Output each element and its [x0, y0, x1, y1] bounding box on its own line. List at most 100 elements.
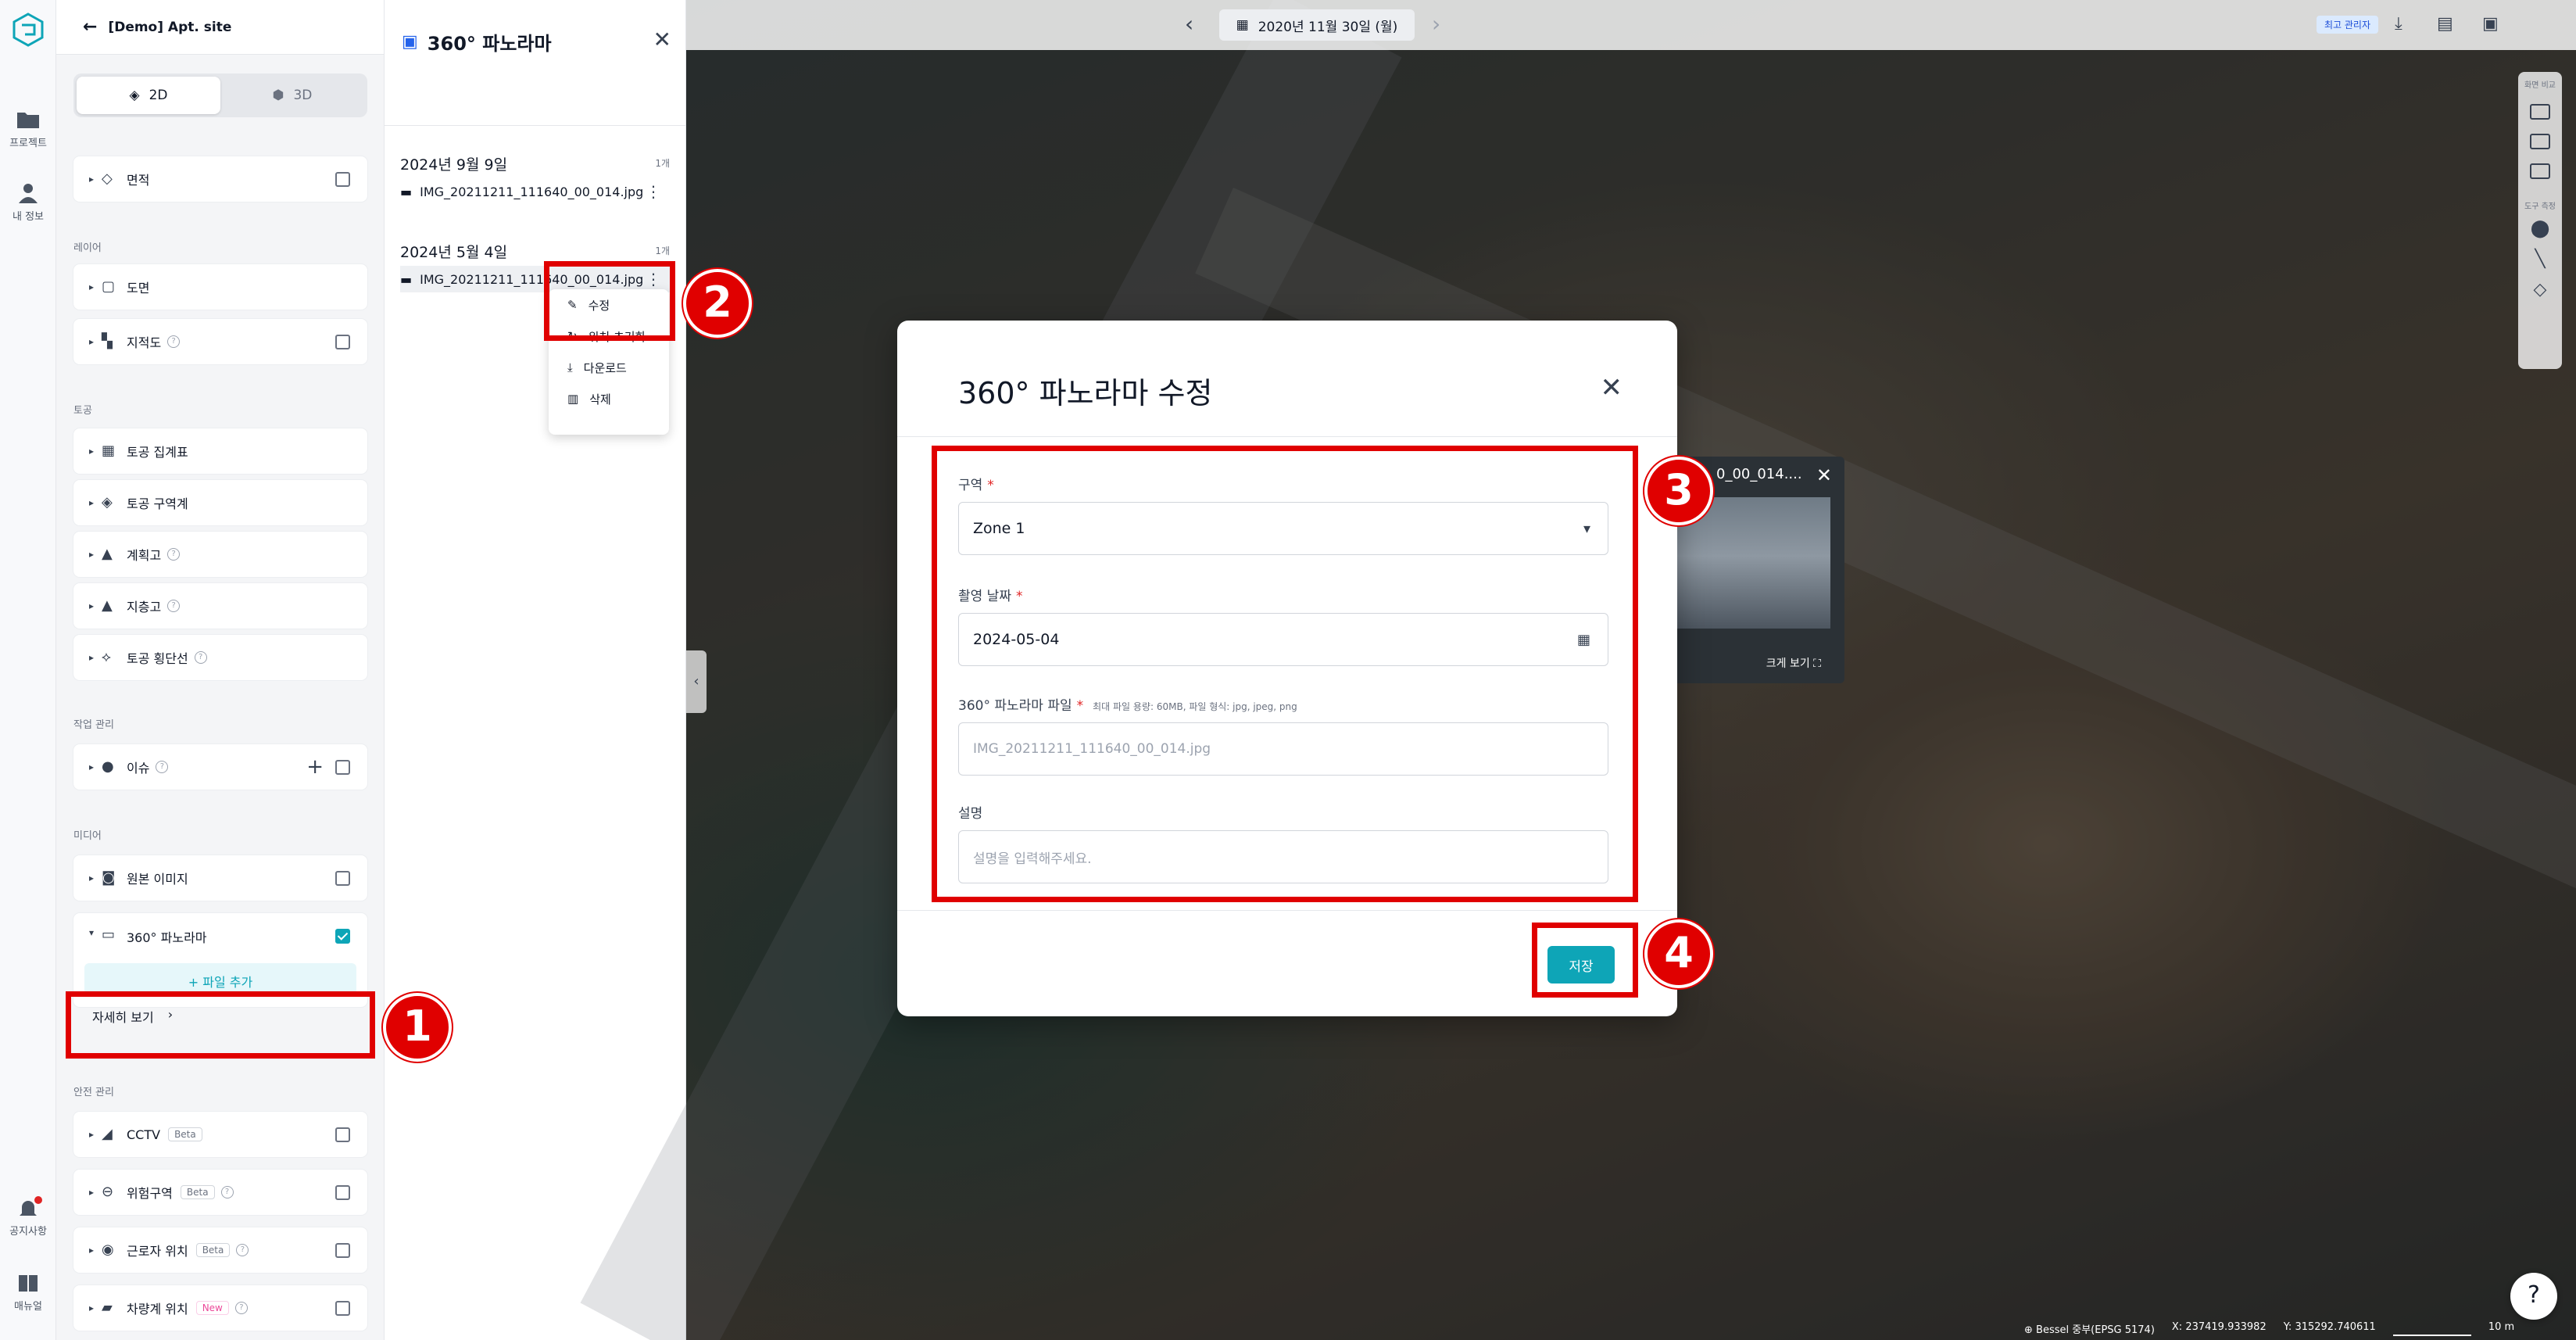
help-button[interactable]: ?	[2510, 1273, 2557, 1320]
layer-item-cctv[interactable]: ▸ ◢ CCTV Beta	[73, 1112, 367, 1157]
back-arrow-icon[interactable]: ←	[83, 17, 97, 37]
layer-item-earthwork-table[interactable]: ▸ ▦ 토공 집계표	[73, 428, 367, 474]
diamond-icon: ◇	[102, 170, 113, 187]
crs-label[interactable]: ⊕ Bessel 중부(EPSG 5174)	[2024, 1321, 2155, 1336]
image-icon: ▬	[400, 184, 413, 199]
cross-section-icon: ⟡	[102, 649, 111, 665]
view-2d-button[interactable]: ◈ 2D	[77, 77, 220, 114]
layer-item-cross-section[interactable]: ▸ ⟡ 토공 횡단선?	[73, 635, 367, 680]
expand-caret-icon[interactable]: ▸	[89, 174, 102, 185]
compare-swipe-icon[interactable]	[2530, 163, 2550, 179]
layer-checkbox[interactable]	[335, 1127, 350, 1142]
archive-icon[interactable]: ▣	[2482, 14, 2503, 34]
layer-item-plan-elevation[interactable]: ▸ ▲ 계획고?	[73, 532, 367, 577]
layer-checkbox[interactable]	[335, 1243, 350, 1258]
layer-item-issue[interactable]: ▸ ● 이슈? +	[73, 744, 367, 790]
menu-item-delete[interactable]: ▥ 삭제	[549, 383, 669, 414]
download-icon[interactable]: ⤓	[2395, 14, 2415, 34]
help-icon[interactable]: ?	[156, 761, 169, 773]
close-icon[interactable]: ✕	[653, 27, 671, 52]
layer-checkbox[interactable]	[335, 335, 350, 349]
rail-item-projects[interactable]: 프로젝트	[0, 109, 56, 149]
close-icon[interactable]: ✕	[1601, 372, 1623, 403]
layer-item-worker-location[interactable]: ▸ ◉ 근로자 위치 Beta?	[73, 1227, 367, 1273]
collapse-panel-button[interactable]: ‹	[686, 650, 707, 713]
app-rail: 프로젝트 내 정보 공지사항 매뉴얼	[0, 0, 56, 1340]
compare-split-icon[interactable]	[2530, 104, 2550, 120]
layer-checkbox[interactable]	[335, 760, 350, 775]
map-status-bar: ⊕ Bessel 중부(EPSG 5174) X: 237419.933982 …	[2024, 1321, 2514, 1336]
location-pin-icon[interactable]: ⬤	[2518, 219, 2562, 238]
expand-caret-icon[interactable]: ▸	[89, 761, 102, 772]
compare-grid-icon[interactable]	[2530, 134, 2550, 149]
layer-item-vehicle-location[interactable]: ▸ ▰ 차량계 위치 New?	[73, 1285, 367, 1331]
layer-item-earthwork-zone[interactable]: ▸ ◈ 토공 구역계	[73, 480, 367, 525]
panorama-file-item[interactable]: ▬ IMG_20211211_111640_00_014.jpg ⋮	[400, 178, 671, 205]
expand-caret-icon[interactable]: ▸	[89, 336, 102, 347]
folder-icon	[17, 113, 39, 128]
expand-caret-icon[interactable]: ▸	[89, 600, 102, 611]
help-icon[interactable]: ?	[194, 651, 207, 664]
view-3d-button[interactable]: ⬢ 3D	[220, 77, 364, 114]
download-icon: ⤓	[567, 360, 573, 374]
help-icon[interactable]: ?	[236, 1244, 249, 1256]
coord-y: Y: 315292.740611	[2283, 1321, 2376, 1333]
group-count: 1개	[655, 245, 670, 256]
preview-title: 0_00_014....	[1716, 466, 1802, 482]
expand-caret-icon[interactable]: ▸	[89, 1245, 102, 1256]
app-logo-icon[interactable]	[9, 11, 47, 48]
expand-caret-icon[interactable]: ▸	[89, 1129, 102, 1140]
terrain-icon: ▲	[102, 597, 113, 614]
layer-checkbox[interactable]	[335, 172, 350, 187]
add-file-button[interactable]: + 파일 추가	[84, 963, 356, 994]
expand-caret-icon[interactable]: ▸	[89, 1187, 102, 1198]
collapse-caret-icon[interactable]: ▾	[89, 927, 102, 938]
help-icon[interactable]: ?	[167, 548, 181, 561]
layer-item-original-image[interactable]: ▸ ◙ 원본 이미지	[73, 855, 367, 901]
next-date-button[interactable]: ›	[1432, 11, 1440, 37]
expand-caret-icon[interactable]: ▸	[89, 281, 102, 292]
expand-caret-icon[interactable]: ▸	[89, 497, 102, 508]
annotation-number-3: 3	[1644, 457, 1713, 525]
rail-item-my-info[interactable]: 내 정보	[0, 183, 56, 223]
scale-bar	[2392, 1321, 2471, 1336]
layer-checkbox[interactable]	[335, 1301, 350, 1316]
prev-date-button[interactable]: ‹	[1185, 11, 1193, 37]
rail-item-notices[interactable]: 공지사항	[0, 1196, 56, 1238]
worker-icon: ◉	[102, 1241, 114, 1258]
layer-checkbox[interactable]	[335, 1185, 350, 1200]
help-icon[interactable]: ?	[234, 1302, 248, 1314]
tools-label-compare: 화면 비교	[2524, 81, 2556, 90]
date-selector[interactable]: ▦ 2020년 11월 30일 (월)	[1219, 9, 1415, 41]
section-label-layers: 레이어	[73, 242, 102, 254]
layer-item-drawing[interactable]: ▸ ▢ 도면	[73, 264, 367, 310]
expand-caret-icon[interactable]: ▸	[89, 872, 102, 883]
annotation-number-2: 2	[683, 269, 752, 338]
zone-icon: ◈	[102, 494, 113, 511]
expand-caret-icon[interactable]: ▸	[89, 1302, 102, 1313]
layer-item-danger-zone[interactable]: ▸ ⊖ 위험구역 Beta?	[73, 1170, 367, 1215]
expand-view-link[interactable]: 크게 보기 ⛶	[1766, 655, 1821, 671]
layer-item-cadastral[interactable]: ▸ ▚ 지적도?	[73, 319, 367, 364]
area-polygon-icon[interactable]: ◇	[2518, 280, 2562, 299]
rail-item-manual[interactable]: 매뉴얼	[0, 1273, 56, 1313]
menu-item-download[interactable]: ⤓ 다운로드	[549, 352, 669, 383]
close-icon[interactable]: ✕	[1816, 464, 1832, 486]
expand-caret-icon[interactable]: ▸	[89, 549, 102, 560]
layer-item-stratum[interactable]: ▸ ▲ 지층고?	[73, 583, 367, 629]
layer-item-area[interactable]: ▸ ◇ 면적	[73, 156, 367, 202]
help-icon[interactable]: ?	[220, 1186, 234, 1198]
annotation-box-4	[1532, 923, 1638, 998]
expand-caret-icon[interactable]: ▸	[89, 446, 102, 457]
help-icon[interactable]: ?	[167, 335, 181, 348]
annotation-box-3	[932, 446, 1638, 902]
cctv-icon: ◢	[102, 1126, 113, 1142]
more-options-icon[interactable]: ⋮	[646, 182, 661, 201]
expand-caret-icon[interactable]: ▸	[89, 652, 102, 663]
distance-line-icon[interactable]: ╲	[2518, 249, 2562, 269]
layer-checkbox[interactable]	[335, 871, 350, 886]
print-icon[interactable]: ▤	[2437, 14, 2457, 34]
add-issue-button[interactable]: +	[306, 755, 324, 779]
help-icon[interactable]: ?	[167, 600, 181, 612]
layer-checkbox-checked[interactable]	[335, 929, 350, 944]
